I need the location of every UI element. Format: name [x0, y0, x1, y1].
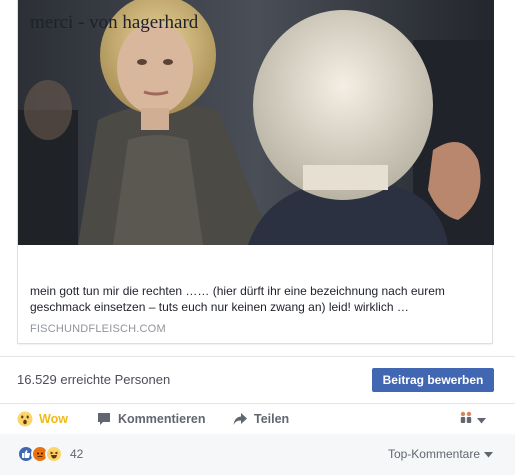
- chevron-down-icon: [477, 411, 486, 429]
- share-button[interactable]: Teilen: [232, 405, 289, 433]
- divider: [0, 356, 515, 357]
- share-arrow-icon: [232, 411, 248, 427]
- comment-label: Kommentieren: [118, 412, 206, 426]
- action-bar: Wow Kommentieren Teilen: [0, 405, 515, 433]
- link-domain: FISCHUNDFLEISCH.COM: [30, 323, 166, 335]
- link-preview-image[interactable]: [18, 0, 494, 245]
- link-preview[interactable]: merci - von hagerhard mein gott tun mir …: [17, 0, 494, 344]
- divider: [0, 403, 515, 404]
- promote-post-button[interactable]: Beitrag bewerben: [372, 368, 494, 392]
- haha-icon: [45, 445, 63, 463]
- post-card: merci - von hagerhard mein gott tun mir …: [0, 0, 515, 475]
- chevron-down-icon: [484, 447, 493, 461]
- link-description: mein gott tun mir die rechten …… (hier d…: [30, 284, 445, 314]
- reaction-icons[interactable]: [17, 445, 63, 463]
- comment-button[interactable]: Kommentieren: [96, 405, 206, 433]
- share-label: Teilen: [254, 412, 290, 426]
- comment-sort-selector[interactable]: Top-Kommentare: [388, 447, 493, 461]
- wow-reaction-button[interactable]: Wow: [17, 405, 68, 433]
- comment-sort-label: Top-Kommentare: [387, 447, 480, 461]
- wow-label: Wow: [39, 412, 68, 426]
- reach-stats[interactable]: 16.529 erreichte Personen: [17, 372, 170, 387]
- reactions-summary: 42 Top-Kommentare: [0, 434, 515, 475]
- link-title[interactable]: merci - von hagerhard: [30, 12, 198, 34]
- audience-selector[interactable]: [458, 410, 486, 429]
- speech-bubble-icon: [96, 411, 112, 427]
- reaction-count[interactable]: 42: [70, 447, 83, 461]
- people-icon: [458, 410, 474, 429]
- wow-emoji-icon: [17, 411, 33, 427]
